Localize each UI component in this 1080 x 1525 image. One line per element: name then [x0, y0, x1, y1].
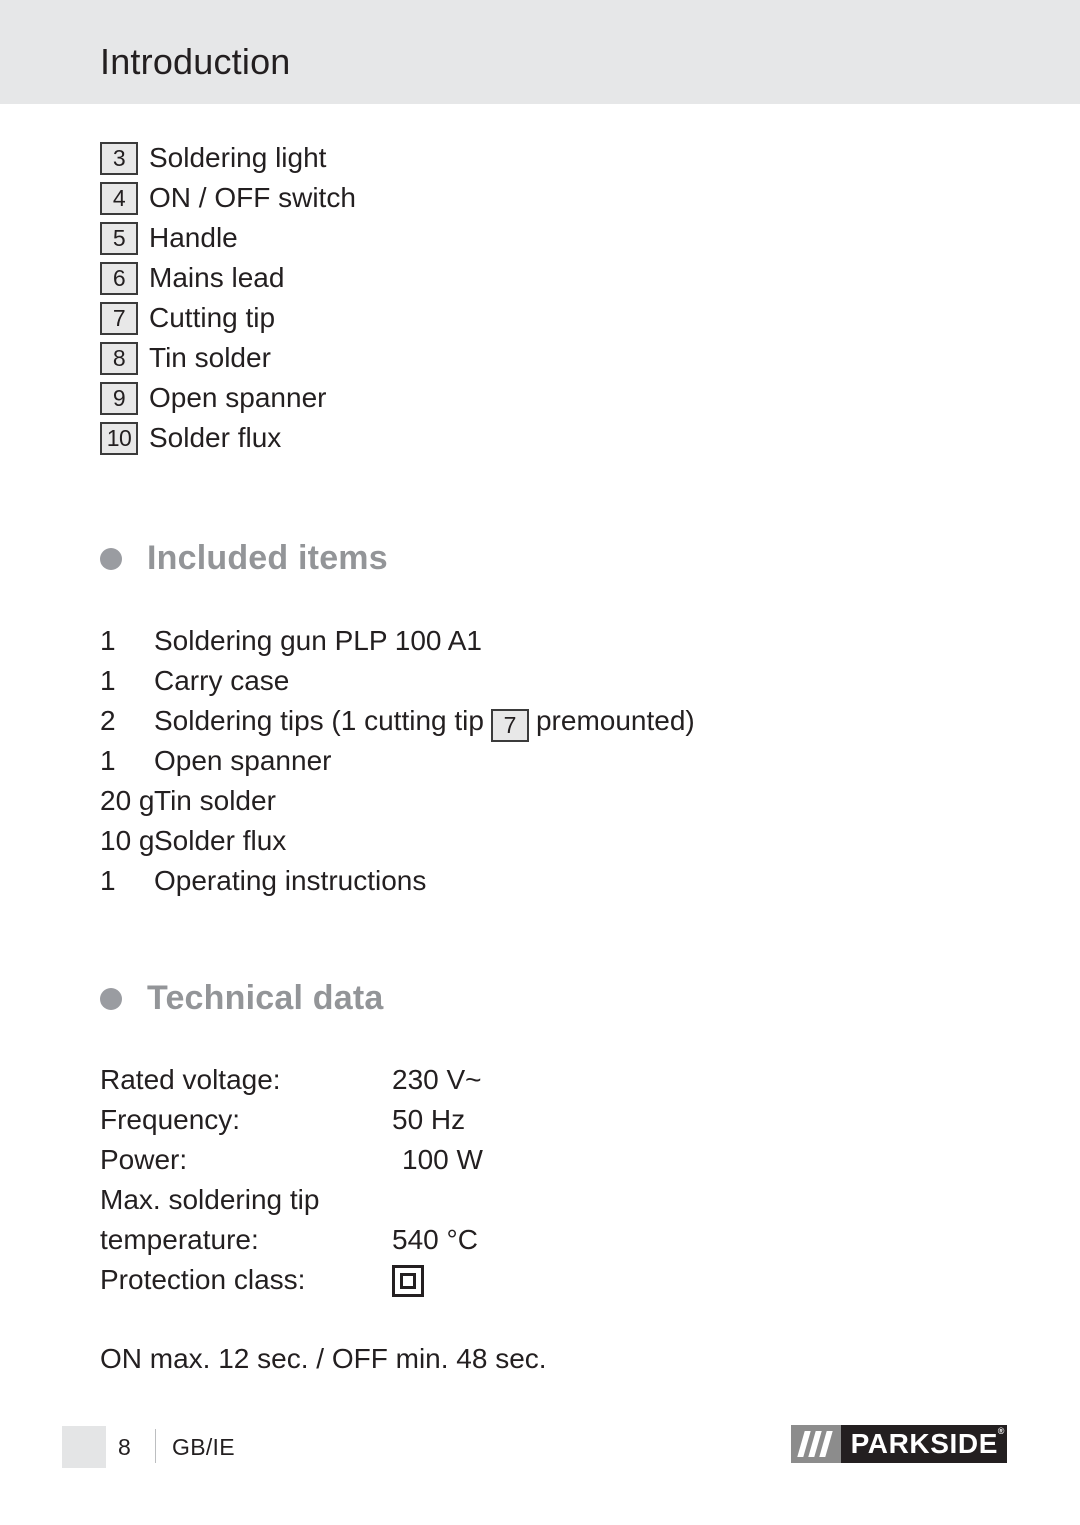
item-description-suffix: premounted) — [535, 705, 695, 736]
part-label: Mains lead — [149, 262, 285, 293]
part-label: Tin solder — [149, 342, 271, 373]
section-title: Technical data — [147, 979, 384, 1017]
bullet-circle-icon — [100, 987, 122, 1010]
item-quantity: 1 — [100, 665, 116, 696]
protection-class-II-icon — [392, 1265, 424, 1297]
part-label: Handle — [149, 222, 238, 253]
part-label: Cutting tip — [149, 302, 276, 333]
list-item: 1 Soldering gun PLP 100 A1 — [100, 624, 900, 664]
part-number-box: 3 — [100, 141, 138, 175]
list-item: 1 Open spanner — [100, 744, 900, 784]
table-row: Frequency: 50 Hz — [100, 1100, 900, 1140]
item-description: Solder flux — [154, 825, 287, 856]
item-quantity: 10 g — [100, 825, 155, 856]
item-quantity: 1 — [100, 865, 116, 896]
item-quantity: 1 — [100, 745, 116, 776]
spec-value — [392, 1260, 424, 1300]
list-item: 8 Tin solder — [100, 338, 800, 378]
list-item: 4 ON / OFF switch — [100, 178, 800, 218]
inline-part-reference-box: 7 — [490, 708, 529, 742]
bullet-circle-icon — [100, 547, 122, 570]
list-item: 20 g Tin solder — [100, 784, 900, 824]
spec-label: Max. soldering tip — [100, 1184, 320, 1215]
page-title: Introduction — [100, 41, 291, 82]
list-item: 5 Handle — [100, 218, 800, 258]
table-row: Protection class: — [100, 1260, 900, 1300]
item-description: Carry case — [154, 665, 290, 696]
item-description: Tin solder — [154, 785, 276, 816]
footer-gray-marker — [62, 1426, 106, 1468]
locale-label: GB/IE — [172, 1434, 235, 1460]
spec-label: temperature: — [100, 1224, 259, 1255]
parts-reference-list: 3 Soldering light 4 ON / OFF switch 5 Ha… — [100, 138, 800, 458]
page-header-band: Introduction — [0, 0, 1080, 104]
table-row: Rated voltage: 230 V~ — [100, 1060, 900, 1100]
part-number-box: 7 — [100, 301, 138, 335]
list-item: 9 Open spanner — [100, 378, 800, 418]
list-item: 10 Solder flux — [100, 418, 800, 458]
item-quantity: 2 — [100, 705, 116, 736]
parkside-logo: PARKSIDE ® — [790, 1425, 1007, 1463]
section-heading-included-items: Included items — [100, 539, 388, 578]
logo-slashes-icon — [790, 1425, 841, 1463]
part-number-box: 9 — [100, 381, 138, 415]
spec-value: 100 W — [402, 1144, 483, 1175]
table-row: Power: 100 W — [100, 1140, 900, 1180]
list-item: 6 Mains lead — [100, 258, 800, 298]
part-label: Open spanner — [149, 382, 327, 413]
section-heading-technical-data: Technical data — [100, 979, 383, 1018]
spec-label: Frequency: — [100, 1104, 241, 1135]
item-description: Open spanner — [154, 745, 332, 776]
list-item: 3 Soldering light — [100, 138, 800, 178]
item-quantity: 1 — [100, 625, 116, 656]
table-row: temperature: 540 °C — [100, 1220, 900, 1260]
logo-wordmark-text: PARKSIDE — [850, 1428, 998, 1459]
page-number: 8 — [118, 1434, 131, 1460]
included-items-list: 1 Soldering gun PLP 100 A1 1 Carry case … — [100, 624, 900, 904]
item-description: Operating instructions — [154, 865, 427, 896]
registered-trademark-icon: ® — [997, 1426, 1005, 1436]
part-label: Solder flux — [149, 422, 282, 453]
part-number-box: 10 — [100, 421, 138, 455]
section-title: Included items — [147, 539, 388, 577]
spec-label: Protection class: — [100, 1264, 306, 1295]
list-item: 1 Operating instructions — [100, 864, 900, 904]
item-description: Soldering gun PLP 100 A1 — [154, 625, 482, 656]
spec-value: 50 Hz — [392, 1104, 466, 1135]
item-description-prefix: Soldering tips (1 cutting tip — [154, 705, 484, 736]
spec-value: 540 °C — [392, 1224, 478, 1255]
duty-cycle-note: ON max. 12 sec. / OFF min. 48 sec. — [100, 1343, 547, 1374]
list-item: 7 Cutting tip — [100, 298, 800, 338]
part-number-box: 8 — [100, 341, 138, 375]
list-item: 2 Soldering tips (1 cutting tip 7 premou… — [100, 704, 900, 744]
part-number-box: 5 — [100, 221, 138, 255]
table-row: Max. soldering tip — [100, 1180, 900, 1220]
spec-value: 230 V~ — [392, 1064, 482, 1095]
item-quantity: 20 g — [100, 785, 155, 816]
spec-label: Power: — [100, 1144, 188, 1175]
part-label: Soldering light — [149, 142, 327, 173]
technical-data-table: Rated voltage: 230 V~ Frequency: 50 Hz P… — [100, 1060, 900, 1300]
page-footer: 8 GB/IE PARKSIDE ® — [0, 1425, 1080, 1525]
item-description: Soldering tips (1 cutting tip 7 premount… — [154, 704, 695, 742]
spec-label: Rated voltage: — [100, 1064, 281, 1095]
part-number-box: 4 — [100, 181, 138, 215]
logo-wordmark: PARKSIDE ® — [840, 1425, 1007, 1463]
list-item: 1 Carry case — [100, 664, 900, 704]
part-label: ON / OFF switch — [149, 182, 356, 213]
list-item: 10 g Solder flux — [100, 824, 900, 864]
footer-divider — [155, 1429, 156, 1463]
part-number-box: 6 — [100, 261, 138, 295]
